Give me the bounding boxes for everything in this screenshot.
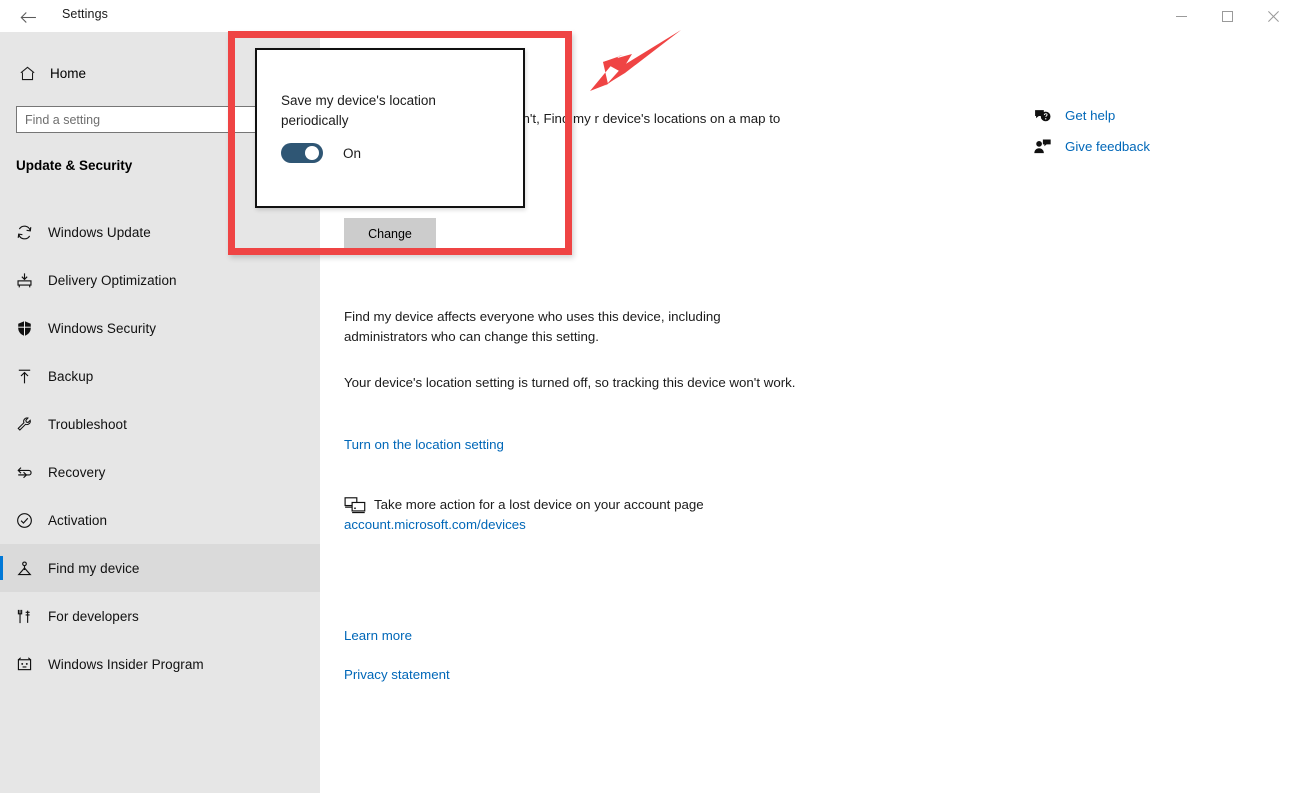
question-chat-icon	[1033, 106, 1065, 125]
location-off-paragraph: Your device's location setting is turned…	[344, 375, 796, 390]
selection-indicator	[0, 556, 3, 580]
sidebar-home-label: Home	[50, 65, 87, 81]
callout-title: Save my device's location periodically	[281, 93, 436, 128]
delivery-icon	[0, 271, 48, 290]
minimize-button[interactable]	[1158, 0, 1204, 32]
rail-item-get-help[interactable]: Get help	[1033, 100, 1273, 131]
recovery-icon	[0, 463, 48, 482]
privacy-statement-link[interactable]: Privacy statement	[344, 665, 450, 685]
shield-icon	[0, 319, 48, 338]
sidebar-item-label: Windows Insider Program	[48, 656, 204, 672]
account-page-text: Take more action for a lost device on yo…	[374, 497, 704, 512]
sidebar-item-activation[interactable]: Activation	[0, 496, 320, 544]
toggle-knob	[305, 146, 319, 160]
close-button[interactable]	[1250, 0, 1296, 32]
sidebar-item-troubleshoot[interactable]: Troubleshoot	[0, 400, 320, 448]
maximize-button[interactable]	[1204, 0, 1250, 32]
sidebar-item-delivery-optimization[interactable]: Delivery Optimization	[0, 256, 320, 304]
feedback-person-icon	[1033, 137, 1065, 156]
affects-paragraph: Find my device affects everyone who uses…	[344, 309, 721, 344]
refresh-icon	[0, 223, 48, 242]
back-button[interactable]	[8, 4, 48, 30]
save-location-toggle[interactable]	[281, 143, 323, 163]
account-page-row: Take more action for a lost device on yo…	[344, 495, 704, 535]
maximize-icon	[1221, 10, 1233, 22]
minimize-icon	[1175, 15, 1187, 17]
sidebar-category-title: Update & Security	[16, 158, 133, 173]
help-rail: Get help Give feedback	[1033, 100, 1273, 162]
sidebar-item-label: Delivery Optimization	[48, 272, 177, 288]
home-icon	[4, 64, 50, 83]
sidebar-item-label: Find my device	[48, 560, 140, 576]
rail-item-give-feedback[interactable]: Give feedback	[1033, 131, 1273, 162]
sidebar-item-label: Troubleshoot	[48, 416, 127, 432]
sidebar-item-windows-security[interactable]: Windows Security	[0, 304, 320, 352]
red-arrow-icon	[575, 26, 690, 113]
account-page-texts: Take more action for a lost device on yo…	[344, 495, 704, 535]
sidebar-item-find-my-device[interactable]: Find my device	[0, 544, 320, 592]
sidebar-item-recovery[interactable]: Recovery	[0, 448, 320, 496]
settings-window: Home Update & Security Windows Update De…	[0, 0, 1297, 793]
window-title: Settings	[62, 7, 108, 21]
sidebar-item-for-developers[interactable]: For developers	[0, 592, 320, 640]
wrench-icon	[0, 415, 48, 434]
sidebar-item-windows-insider-program[interactable]: Windows Insider Program	[0, 640, 320, 688]
sidebar-item-label: For developers	[48, 608, 139, 624]
back-arrow-icon	[20, 11, 36, 23]
upload-arrow-icon	[0, 367, 48, 386]
insider-icon	[0, 655, 48, 674]
toggle-state-label: On	[343, 145, 362, 161]
location-toggle-row[interactable]: On	[281, 143, 361, 163]
sidebar-item-label: Backup	[48, 368, 94, 384]
find-device-icon	[0, 559, 48, 578]
account-page-url[interactable]: account.microsoft.com/devices	[344, 515, 704, 535]
turn-on-location-link[interactable]: Turn on the location setting	[344, 435, 504, 455]
sidebar-item-label: Activation	[48, 512, 108, 528]
sidebar-item-label: Windows Update	[48, 224, 151, 240]
sidebar-nav-list: Windows Update Delivery Optimization Win…	[0, 208, 320, 688]
location-setting-callout: Save my device's location periodically O…	[255, 48, 525, 208]
developer-tools-icon	[0, 607, 48, 626]
learn-more-link[interactable]: Learn more	[344, 626, 412, 646]
rail-item-label: Get help	[1065, 108, 1116, 123]
sidebar-item-label: Windows Security	[48, 320, 157, 336]
close-icon	[1267, 10, 1279, 22]
sidebar-item-backup[interactable]: Backup	[0, 352, 320, 400]
rail-item-label: Give feedback	[1065, 139, 1151, 154]
check-circle-icon	[0, 511, 48, 530]
sidebar-item-label: Recovery	[48, 464, 106, 480]
